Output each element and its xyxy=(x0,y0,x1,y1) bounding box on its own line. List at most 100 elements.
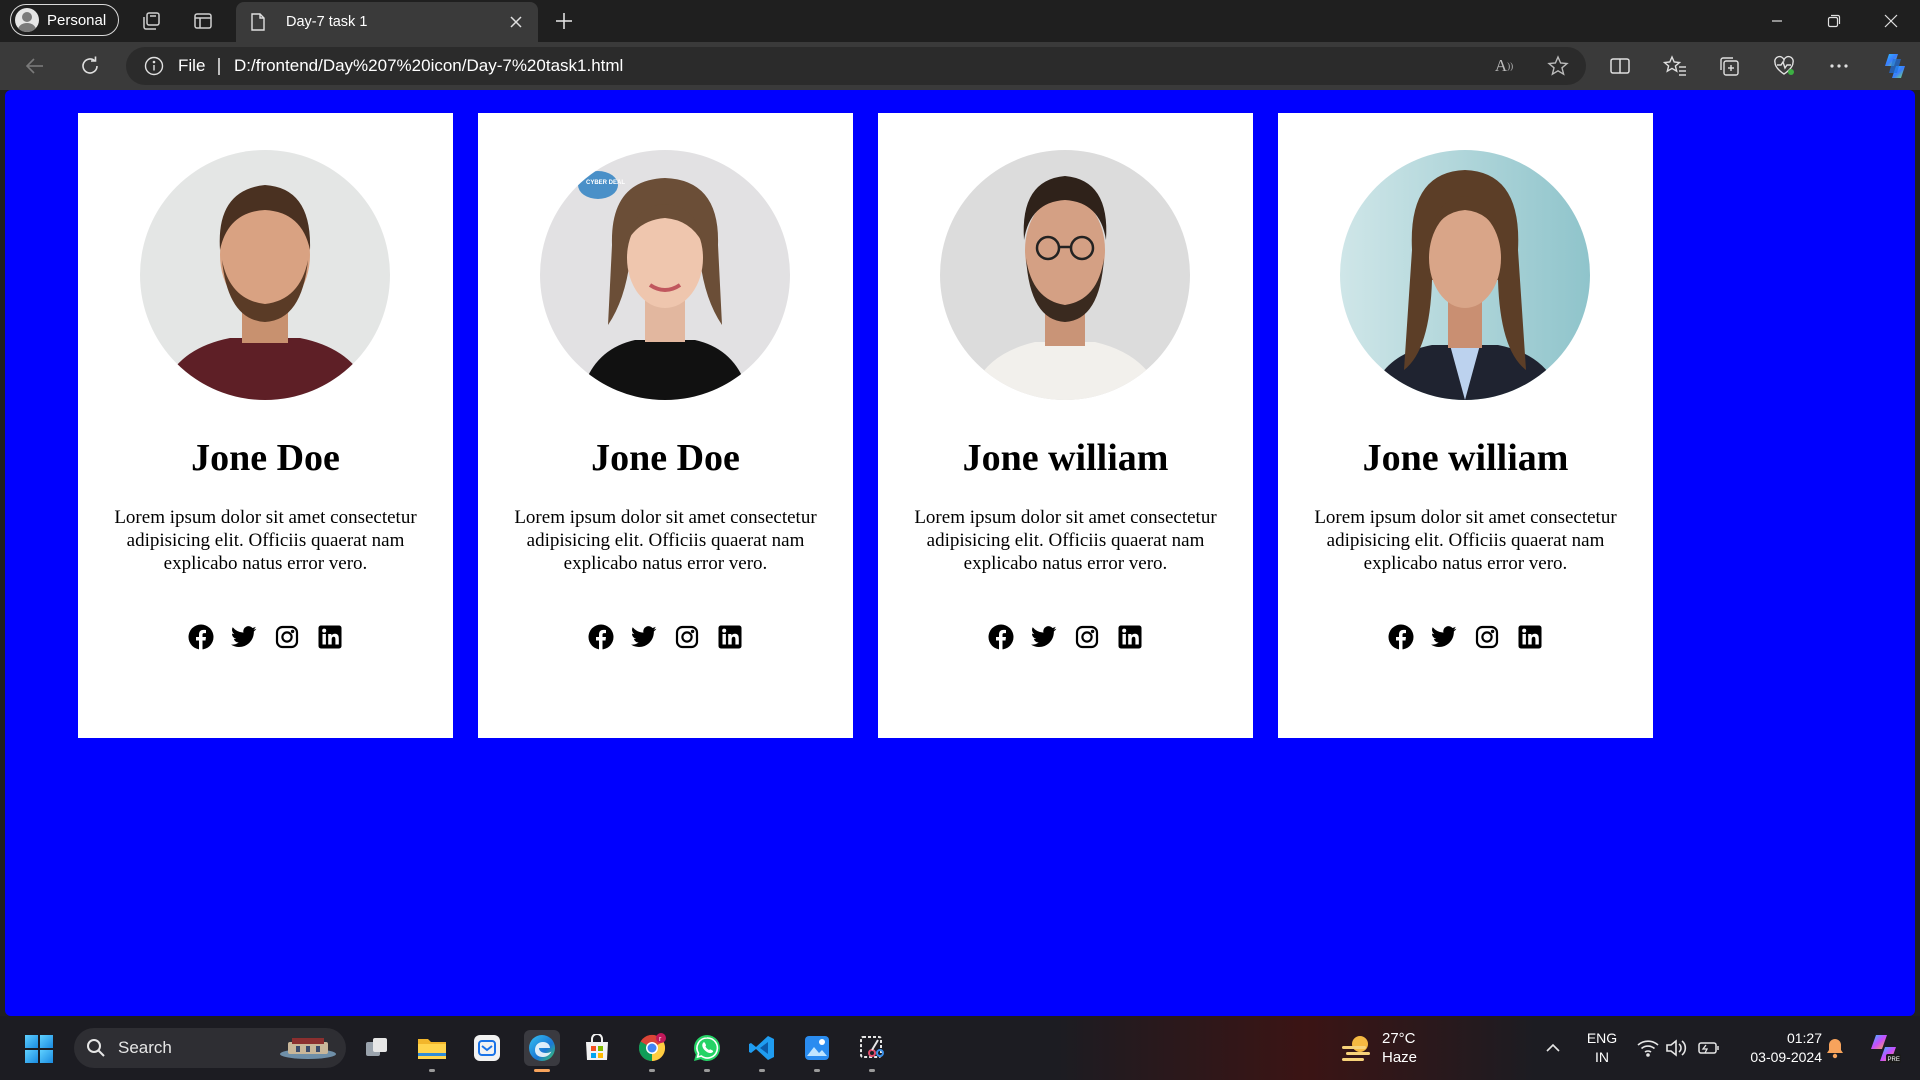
card-name: Jone william xyxy=(962,437,1169,479)
info-icon[interactable] xyxy=(144,56,164,76)
profile-photo: CYBER DEAL xyxy=(540,150,790,400)
browser-title-bar: Personal Day-7 task 1 xyxy=(0,0,1920,42)
tab-title: Day-7 task 1 xyxy=(286,14,368,30)
task-view-icon[interactable] xyxy=(359,1030,395,1066)
new-tab-button[interactable] xyxy=(552,9,576,33)
copilot-taskbar-icon[interactable]: PRE xyxy=(1866,1030,1902,1066)
weather-haze-icon[interactable] xyxy=(1340,1032,1374,1064)
windows-taskbar: Search r 27°C Haze ENG IN 01:27 03-09-20… xyxy=(0,1016,1920,1080)
active-indicator xyxy=(534,1069,550,1072)
browser-toolbar: File D:/frontend/Day%207%20icon/Day-7%20… xyxy=(0,42,1920,90)
tab-active[interactable]: Day-7 task 1 xyxy=(236,2,538,42)
instagram-icon[interactable] xyxy=(673,623,701,651)
linkedin-icon[interactable] xyxy=(1116,623,1144,651)
search-label: Search xyxy=(118,1038,172,1057)
weather-widget[interactable]: 27°C Haze xyxy=(1382,1029,1417,1067)
app-icon[interactable] xyxy=(469,1030,505,1066)
social-links xyxy=(1278,623,1653,651)
preview-badge: PRE xyxy=(1888,1057,1900,1063)
favorite-star-icon[interactable] xyxy=(1546,54,1570,78)
search-icon xyxy=(86,1038,106,1058)
photos-app-icon[interactable] xyxy=(799,1030,835,1072)
card-description: Lorem ipsum dolor sit amet consectetur a… xyxy=(1314,507,1617,574)
volume-icon[interactable] xyxy=(1664,1036,1688,1060)
close-tab-icon[interactable] xyxy=(506,12,526,32)
minimize-button[interactable] xyxy=(1748,0,1806,42)
page-viewport: Jone Doe Lorem ipsum dolor sit amet cons… xyxy=(5,90,1915,1016)
running-indicator xyxy=(704,1069,710,1072)
social-links xyxy=(78,623,453,651)
vertical-tabs-icon[interactable] xyxy=(191,9,215,33)
microsoft-store-icon[interactable] xyxy=(579,1030,615,1066)
twitter-icon[interactable] xyxy=(630,623,658,651)
read-aloud-icon[interactable]: A)) xyxy=(1492,54,1516,78)
card-description: Lorem ipsum dolor sit amet consectetur a… xyxy=(514,507,817,574)
address-scheme-label: File xyxy=(178,56,206,75)
running-indicator xyxy=(429,1069,435,1072)
whatsapp-icon[interactable] xyxy=(689,1030,725,1072)
twitter-icon[interactable] xyxy=(230,623,258,651)
collections-icon[interactable] xyxy=(1717,54,1741,78)
taskbar-search-box[interactable]: Search xyxy=(74,1028,346,1068)
battery-icon[interactable] xyxy=(1696,1036,1720,1060)
system-clock[interactable]: 01:27 03-09-2024 xyxy=(1730,1029,1822,1067)
profile-photo xyxy=(1340,150,1590,400)
card-name: Jone Doe xyxy=(591,437,740,479)
windows-start-icon[interactable] xyxy=(24,1034,54,1064)
notification-bell-icon[interactable] xyxy=(1823,1036,1847,1060)
instagram-icon[interactable] xyxy=(273,623,301,651)
facebook-icon[interactable] xyxy=(187,623,215,651)
running-indicator xyxy=(869,1069,875,1072)
twitter-icon[interactable] xyxy=(1030,623,1058,651)
file-explorer-icon[interactable] xyxy=(414,1030,450,1072)
profile-photo xyxy=(140,150,390,400)
restore-button[interactable] xyxy=(1805,0,1863,42)
address-bar[interactable]: File D:/frontend/Day%207%20icon/Day-7%20… xyxy=(126,47,1586,85)
language-code: ENG xyxy=(1586,1030,1618,1046)
card-description: Lorem ipsum dolor sit amet consectetur a… xyxy=(914,507,1217,574)
read-aloud-glyph: A xyxy=(1494,56,1508,75)
twitter-icon[interactable] xyxy=(1430,623,1458,651)
linkedin-icon[interactable] xyxy=(716,623,744,651)
profile-card: CYBER DEAL Jone Doe Lorem ipsum dolor si… xyxy=(478,113,853,738)
url-text[interactable]: D:/frontend/Day%207%20icon/Day-7%20task1… xyxy=(234,47,623,85)
favorites-icon[interactable] xyxy=(1663,54,1687,78)
linkedin-icon[interactable] xyxy=(316,623,344,651)
instagram-icon[interactable] xyxy=(1473,623,1501,651)
instagram-icon[interactable] xyxy=(1073,623,1101,651)
facebook-icon[interactable] xyxy=(1387,623,1415,651)
card-description: Lorem ipsum dolor sit amet consectetur a… xyxy=(114,507,417,574)
profile-button[interactable]: Personal xyxy=(10,4,120,36)
profile-avatar-icon xyxy=(15,8,39,32)
browser-essentials-icon[interactable] xyxy=(1772,54,1796,78)
split-screen-icon[interactable] xyxy=(1608,54,1632,78)
facebook-icon[interactable] xyxy=(987,623,1015,651)
workspaces-icon[interactable] xyxy=(139,9,163,33)
weather-temperature: 27°C xyxy=(1382,1030,1416,1047)
refresh-icon[interactable] xyxy=(78,54,102,78)
search-highlight-image xyxy=(278,1036,338,1060)
chevron-up-icon[interactable] xyxy=(1541,1036,1565,1060)
more-options-icon[interactable] xyxy=(1827,54,1851,78)
page-icon xyxy=(250,12,270,32)
social-links xyxy=(878,623,1253,651)
clock-date: 03-09-2024 xyxy=(1750,1049,1822,1065)
profile-card: Jone william Lorem ipsum dolor sit amet … xyxy=(878,113,1253,738)
address-divider xyxy=(218,58,220,75)
region-code: IN xyxy=(1595,1049,1609,1065)
chrome-icon[interactable]: r xyxy=(634,1030,670,1072)
running-indicator xyxy=(759,1069,765,1072)
vscode-icon[interactable] xyxy=(744,1030,780,1072)
facebook-icon[interactable] xyxy=(587,623,615,651)
back-arrow-icon[interactable] xyxy=(23,54,47,78)
close-window-button[interactable] xyxy=(1862,0,1920,42)
linkedin-icon[interactable] xyxy=(1516,623,1544,651)
profile-card: Jone Doe Lorem ipsum dolor sit amet cons… xyxy=(78,113,453,738)
language-indicator[interactable]: ENG IN xyxy=(1582,1029,1622,1067)
edge-browser-icon[interactable] xyxy=(524,1030,560,1072)
profile-card: Jone william Lorem ipsum dolor sit amet … xyxy=(1278,113,1653,738)
running-indicator xyxy=(814,1069,820,1072)
snipping-tool-icon[interactable] xyxy=(854,1030,890,1072)
wifi-icon[interactable] xyxy=(1636,1036,1660,1060)
copilot-icon[interactable] xyxy=(1880,51,1910,81)
